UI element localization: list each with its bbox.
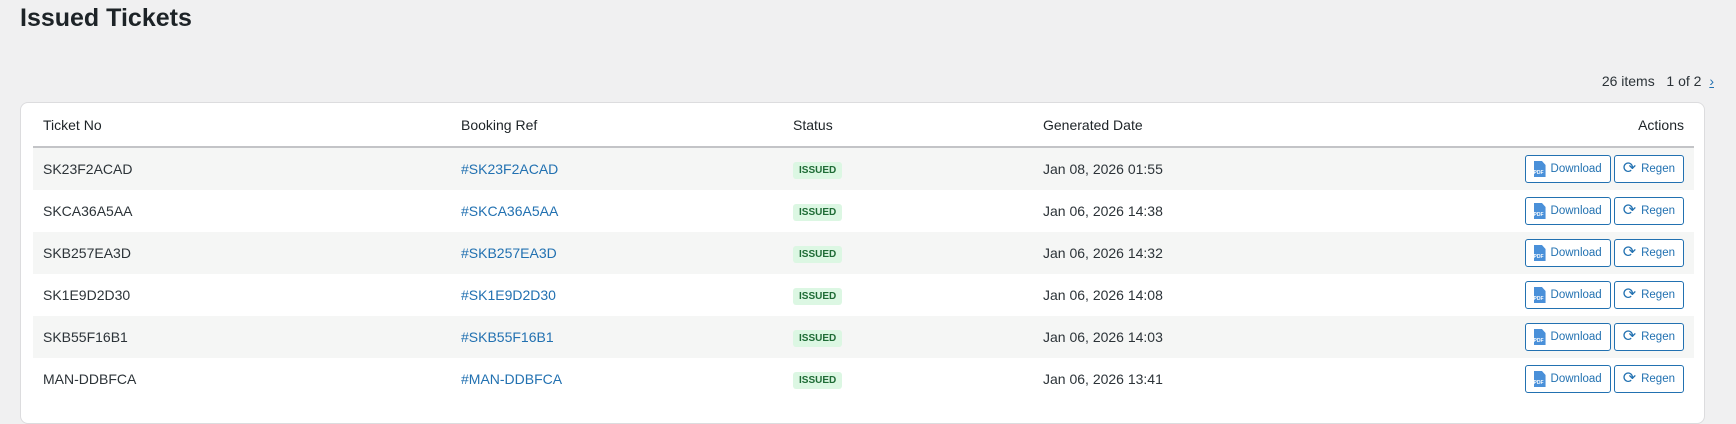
status-badge: ISSUED [793,287,843,305]
regen-label: Regen [1641,289,1675,301]
pagination: 26 items 1 of 2 › [1602,73,1714,89]
generated-date: Jan 06, 2026 14:08 [1043,287,1163,303]
status-badge: ISSUED [793,329,843,347]
status-badge: ISSUED [793,161,843,179]
ticket-no: SK23F2ACAD [33,147,451,190]
regen-button[interactable]: ⟳ Regen [1613,281,1684,309]
download-label: Download [1550,205,1602,217]
generated-date: Jan 06, 2026 13:41 [1043,371,1163,387]
booking-ref-link[interactable]: #MAN-DDBFCA [461,371,562,387]
regen-button[interactable]: ⟳ Regen [1613,197,1684,225]
pdf-icon [1533,161,1546,177]
download-button[interactable]: Download [1524,197,1611,225]
ticket-no: SKCA36A5AA [43,203,133,219]
ticket-no: MAN-DDBFCA [43,371,137,387]
download-label: Download [1550,163,1602,175]
next-page-link[interactable]: › [1709,73,1714,89]
pdf-icon [1533,287,1546,303]
page-title: Issued Tickets [20,4,192,32]
pdf-icon [1533,203,1546,219]
download-label: Download [1550,331,1602,343]
pdf-icon [1533,245,1546,261]
download-button[interactable]: Download [1524,155,1611,183]
generated-date: Jan 08, 2026 01:55 [1033,147,1308,190]
regen-button[interactable]: ⟳ Regen [1613,365,1684,393]
booking-ref-link[interactable]: #SKB55F16B1 [461,329,554,345]
status-badge: ISSUED [793,371,843,389]
regen-button[interactable]: ⟳ Regen [1613,239,1684,267]
pdf-icon [1533,371,1546,387]
pdf-icon [1533,329,1546,345]
regen-button[interactable]: ⟳ Regen [1613,323,1684,351]
table-row: MAN-DDBFCA #MAN-DDBFCA ISSUED Jan 06, 20… [33,358,1694,400]
ticket-no: SKB55F16B1 [33,316,451,358]
col-generated-date: Generated Date [1033,103,1308,148]
regen-label: Regen [1641,331,1675,343]
booking-ref-link[interactable]: #SK1E9D2D30 [461,287,556,303]
booking-ref-link[interactable]: #SKCA36A5AA [461,203,558,219]
regen-label: Regen [1641,163,1675,175]
col-booking-ref: Booking Ref [451,103,783,148]
download-label: Download [1550,373,1602,385]
table-row: SK1E9D2D30 #SK1E9D2D30 ISSUED Jan 06, 20… [33,274,1694,316]
table-row: SKB55F16B1 #SKB55F16B1 ISSUED Jan 06, 20… [33,316,1694,358]
refresh-icon: ⟳ [1622,328,1637,345]
refresh-icon: ⟳ [1622,244,1637,261]
regen-label: Regen [1641,205,1675,217]
regen-label: Regen [1641,247,1675,259]
refresh-icon: ⟳ [1622,286,1637,303]
download-button[interactable]: Download [1524,281,1611,309]
refresh-icon: ⟳ [1622,370,1637,387]
table-row: SKCA36A5AA #SKCA36A5AA ISSUED Jan 06, 20… [33,190,1694,232]
item-count: 26 items [1601,73,1655,89]
col-status: Status [783,103,1033,148]
col-actions: Actions [1307,103,1694,148]
page-indicator: 1 of 2 [1666,73,1702,89]
ticket-no: SK1E9D2D30 [43,287,131,303]
refresh-icon: ⟳ [1622,160,1637,177]
generated-date: Jan 06, 2026 14:32 [1033,232,1308,274]
tickets-card: Ticket No Booking Ref Status Generated D… [20,102,1705,424]
generated-date: Jan 06, 2026 14:03 [1033,316,1308,358]
download-button[interactable]: Download [1524,323,1611,351]
table-row: SK23F2ACAD #SK23F2ACAD ISSUED Jan 08, 20… [33,147,1694,190]
status-badge: ISSUED [793,245,843,263]
status-badge: ISSUED [793,203,843,221]
download-button[interactable]: Download [1524,365,1611,393]
ticket-no: SKB257EA3D [33,232,451,274]
download-label: Download [1550,289,1602,301]
download-label: Download [1550,247,1602,259]
col-ticket-no: Ticket No [33,103,451,148]
generated-date: Jan 06, 2026 14:38 [1043,203,1163,219]
regen-button[interactable]: ⟳ Regen [1613,155,1684,183]
table-row: SKB257EA3D #SKB257EA3D ISSUED Jan 06, 20… [33,232,1694,274]
download-button[interactable]: Download [1524,239,1611,267]
refresh-icon: ⟳ [1622,202,1637,219]
booking-ref-link[interactable]: #SK23F2ACAD [461,161,558,177]
tickets-table: Ticket No Booking Ref Status Generated D… [33,103,1694,400]
booking-ref-link[interactable]: #SKB257EA3D [461,245,557,261]
regen-label: Regen [1641,373,1675,385]
